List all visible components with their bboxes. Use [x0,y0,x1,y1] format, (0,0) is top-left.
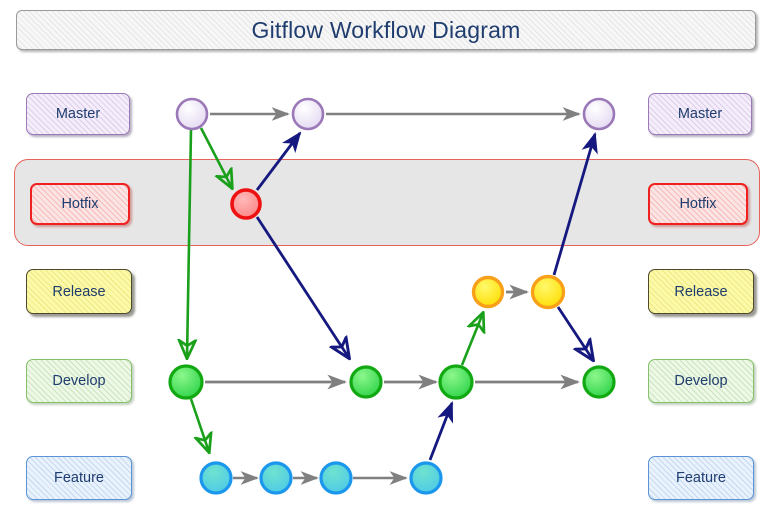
edge-release2-master3 [552,131,598,276]
node-master-1[interactable] [175,97,209,131]
node-master-3[interactable] [582,97,616,131]
edge-release2-develop4 [556,306,593,360]
commit-graph [168,97,616,495]
edge-feature4-develop3 [428,401,454,461]
node-feature-1[interactable] [199,461,233,495]
edge-hotfix1-develop2 [255,216,349,358]
node-feature-2[interactable] [259,461,293,495]
node-master-2[interactable] [291,97,325,131]
edge-develop1-feature1 [189,398,209,452]
edge-master1-develop1 [187,129,191,358]
node-develop-3[interactable] [438,364,474,400]
node-develop-2[interactable] [349,365,383,399]
node-develop-4[interactable] [582,365,616,399]
node-release-1[interactable] [471,275,505,309]
edge-hotfix1-master2 [255,131,302,191]
gitflow-diagram-canvas: Gitflow Workflow Diagram Master Hotfix R… [0,0,775,507]
node-feature-3[interactable] [319,461,353,495]
branch-edges [187,127,483,452]
edge-develop3-release1 [460,313,483,366]
mainline-edges [205,107,581,485]
edge-master1-hotfix1 [199,127,232,188]
node-develop-1[interactable] [168,364,204,400]
node-feature-4[interactable] [409,461,443,495]
hotfix-nodes [230,188,262,220]
node-release-2[interactable] [530,274,566,310]
node-hotfix-1[interactable] [230,188,262,220]
